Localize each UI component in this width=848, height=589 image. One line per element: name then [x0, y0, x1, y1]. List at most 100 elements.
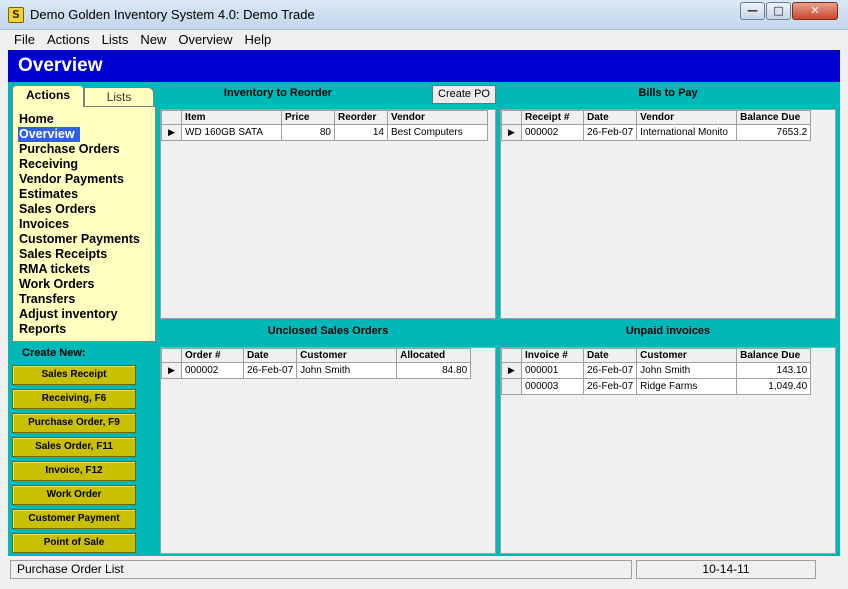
- cell-allocated[interactable]: 84.80: [396, 362, 472, 379]
- col-price[interactable]: Price: [281, 110, 335, 125]
- col-date[interactable]: Date: [582, 110, 638, 125]
- nav-item-vendor-payments[interactable]: Vendor Payments: [18, 172, 155, 187]
- col-date[interactable]: Date: [242, 348, 298, 363]
- nav-item-rma-tickets[interactable]: RMA tickets: [18, 262, 155, 277]
- actions-nav-panel: Home Overview Purchase Orders Receiving …: [12, 106, 156, 342]
- tab-actions[interactable]: Actions: [12, 85, 84, 107]
- nav-item-reports[interactable]: Reports: [18, 322, 155, 337]
- row-header-corner: [501, 348, 522, 363]
- cell-order[interactable]: 000002: [181, 362, 244, 379]
- cell-date[interactable]: 26-Feb-07: [242, 362, 298, 379]
- cell-price[interactable]: 80: [281, 124, 335, 141]
- bills-table: Receipt # Date Vendor Balance Due ▶ 0000…: [501, 110, 812, 141]
- col-invoice[interactable]: Invoice #: [521, 348, 584, 363]
- nav-item-customer-payments[interactable]: Customer Payments: [18, 232, 155, 247]
- nav-item-work-orders[interactable]: Work Orders: [18, 277, 155, 292]
- status-bar: Purchase Order List 10-14-11: [8, 558, 840, 581]
- nav-item-invoices[interactable]: Invoices: [18, 217, 155, 232]
- col-reorder[interactable]: Reorder: [334, 110, 388, 125]
- cell-invoice[interactable]: 000003: [521, 378, 584, 395]
- cell-vendor[interactable]: International Monito: [636, 124, 738, 141]
- table-row[interactable]: ▶ WD 160GB SATA 80 14 Best Computers: [161, 124, 488, 141]
- sales-orders-panel: Order # Date Customer Allocated ▶ 000002…: [160, 347, 496, 554]
- cell-balance-due[interactable]: 143.10: [736, 362, 812, 379]
- create-sales-order-button[interactable]: Sales Order, F11: [12, 437, 136, 457]
- create-customer-payment-button[interactable]: Customer Payment: [12, 509, 136, 529]
- nav-item-adjust-inventory[interactable]: Adjust inventory: [18, 307, 155, 322]
- col-item[interactable]: Item: [181, 110, 282, 125]
- nav-item-transfers[interactable]: Transfers: [18, 292, 155, 307]
- nav-item-home[interactable]: Home: [18, 112, 155, 127]
- nav-item-sales-orders[interactable]: Sales Orders: [18, 202, 155, 217]
- cell-invoice[interactable]: 000001: [521, 362, 584, 379]
- cell-receipt[interactable]: 000002: [521, 124, 584, 141]
- cell-date[interactable]: 26-Feb-07: [582, 362, 638, 379]
- col-receipt[interactable]: Receipt #: [521, 110, 584, 125]
- row-header-corner: [161, 348, 182, 363]
- cell-reorder[interactable]: 14: [334, 124, 388, 141]
- cell-item[interactable]: WD 160GB SATA: [181, 124, 282, 141]
- menu-actions[interactable]: Actions: [41, 30, 96, 50]
- menu-lists[interactable]: Lists: [96, 30, 135, 50]
- main-area: Lists Actions Home Overview Purchase Ord…: [8, 82, 840, 556]
- window-title: Demo Golden Inventory System 4.0: Demo T…: [30, 7, 315, 22]
- cell-customer[interactable]: Ridge Farms: [636, 378, 738, 395]
- col-customer[interactable]: Customer: [636, 348, 738, 363]
- tab-lists[interactable]: Lists: [84, 87, 154, 108]
- create-point-of-sale-button[interactable]: Point of Sale: [12, 533, 136, 553]
- minimize-button[interactable]: —: [740, 2, 765, 20]
- bills-title: Bills to Pay: [638, 87, 698, 99]
- create-po-button[interactable]: Create PO: [432, 85, 496, 104]
- menu-overview[interactable]: Overview: [172, 30, 238, 50]
- status-message: Purchase Order List: [10, 560, 632, 579]
- nav-item-purchase-orders[interactable]: Purchase Orders: [18, 142, 155, 157]
- col-balance-due[interactable]: Balance Due: [736, 348, 812, 363]
- nav-item-receiving[interactable]: Receiving: [18, 157, 155, 172]
- create-new-label: Create New:: [22, 347, 86, 359]
- row-pointer-icon: ▶: [161, 362, 182, 379]
- row-header-corner: [161, 110, 182, 125]
- menu-help[interactable]: Help: [239, 30, 278, 50]
- table-row[interactable]: ▶ 000002 26-Feb-07 John Smith 84.80: [161, 362, 472, 379]
- create-receiving-button[interactable]: Receiving, F6: [12, 389, 136, 409]
- row-pointer-icon: ▶: [501, 124, 522, 141]
- col-vendor[interactable]: Vendor: [387, 110, 488, 125]
- row-pointer-icon: ▶: [501, 362, 522, 379]
- table-row[interactable]: 000003 26-Feb-07 Ridge Farms 1,049.40: [501, 378, 812, 395]
- window-titlebar: S Demo Golden Inventory System 4.0: Demo…: [0, 0, 848, 30]
- create-work-order-button[interactable]: Work Order: [12, 485, 136, 505]
- col-allocated[interactable]: Allocated: [396, 348, 472, 363]
- cell-date[interactable]: 26-Feb-07: [582, 378, 638, 395]
- nav-item-sales-receipts[interactable]: Sales Receipts: [18, 247, 155, 262]
- table-row[interactable]: ▶ 000001 26-Feb-07 John Smith 143.10: [501, 362, 812, 379]
- col-order[interactable]: Order #: [181, 348, 244, 363]
- create-sales-receipt-button[interactable]: Sales Receipt: [12, 365, 136, 385]
- reorder-title: Inventory to Reorder: [223, 87, 333, 99]
- menu-bar: File Actions Lists New Overview Help: [8, 30, 840, 50]
- menu-file[interactable]: File: [8, 30, 41, 50]
- cell-customer[interactable]: John Smith: [296, 362, 398, 379]
- cell-vendor[interactable]: Best Computers: [387, 124, 488, 141]
- cell-balance-due[interactable]: 1,049.40: [736, 378, 812, 395]
- col-vendor[interactable]: Vendor: [636, 110, 738, 125]
- cell-customer[interactable]: John Smith: [636, 362, 738, 379]
- create-invoice-button[interactable]: Invoice, F12: [12, 461, 136, 481]
- create-purchase-order-button[interactable]: Purchase Order, F9: [12, 413, 136, 433]
- cell-date[interactable]: 26-Feb-07: [582, 124, 638, 141]
- cell-balance-due[interactable]: 7653.2: [736, 124, 812, 141]
- sales-orders-title: Unclosed Sales Orders: [267, 325, 389, 337]
- nav-item-overview[interactable]: Overview: [18, 127, 80, 142]
- table-row[interactable]: ▶ 000002 26-Feb-07 International Monito …: [501, 124, 812, 141]
- reorder-table: Item Price Reorder Vendor ▶ WD 160GB SAT…: [161, 110, 488, 141]
- col-customer[interactable]: Customer: [296, 348, 398, 363]
- menu-new[interactable]: New: [134, 30, 172, 50]
- col-balance-due[interactable]: Balance Due: [736, 110, 812, 125]
- app-icon: S: [8, 7, 24, 23]
- maximize-button[interactable]: □: [766, 2, 791, 20]
- page-title: Overview: [18, 55, 103, 76]
- row-header-cell: [501, 378, 522, 395]
- nav-item-estimates[interactable]: Estimates: [18, 187, 155, 202]
- close-button[interactable]: ✕: [792, 2, 838, 20]
- sales-orders-table: Order # Date Customer Allocated ▶ 000002…: [161, 348, 472, 379]
- col-date[interactable]: Date: [582, 348, 638, 363]
